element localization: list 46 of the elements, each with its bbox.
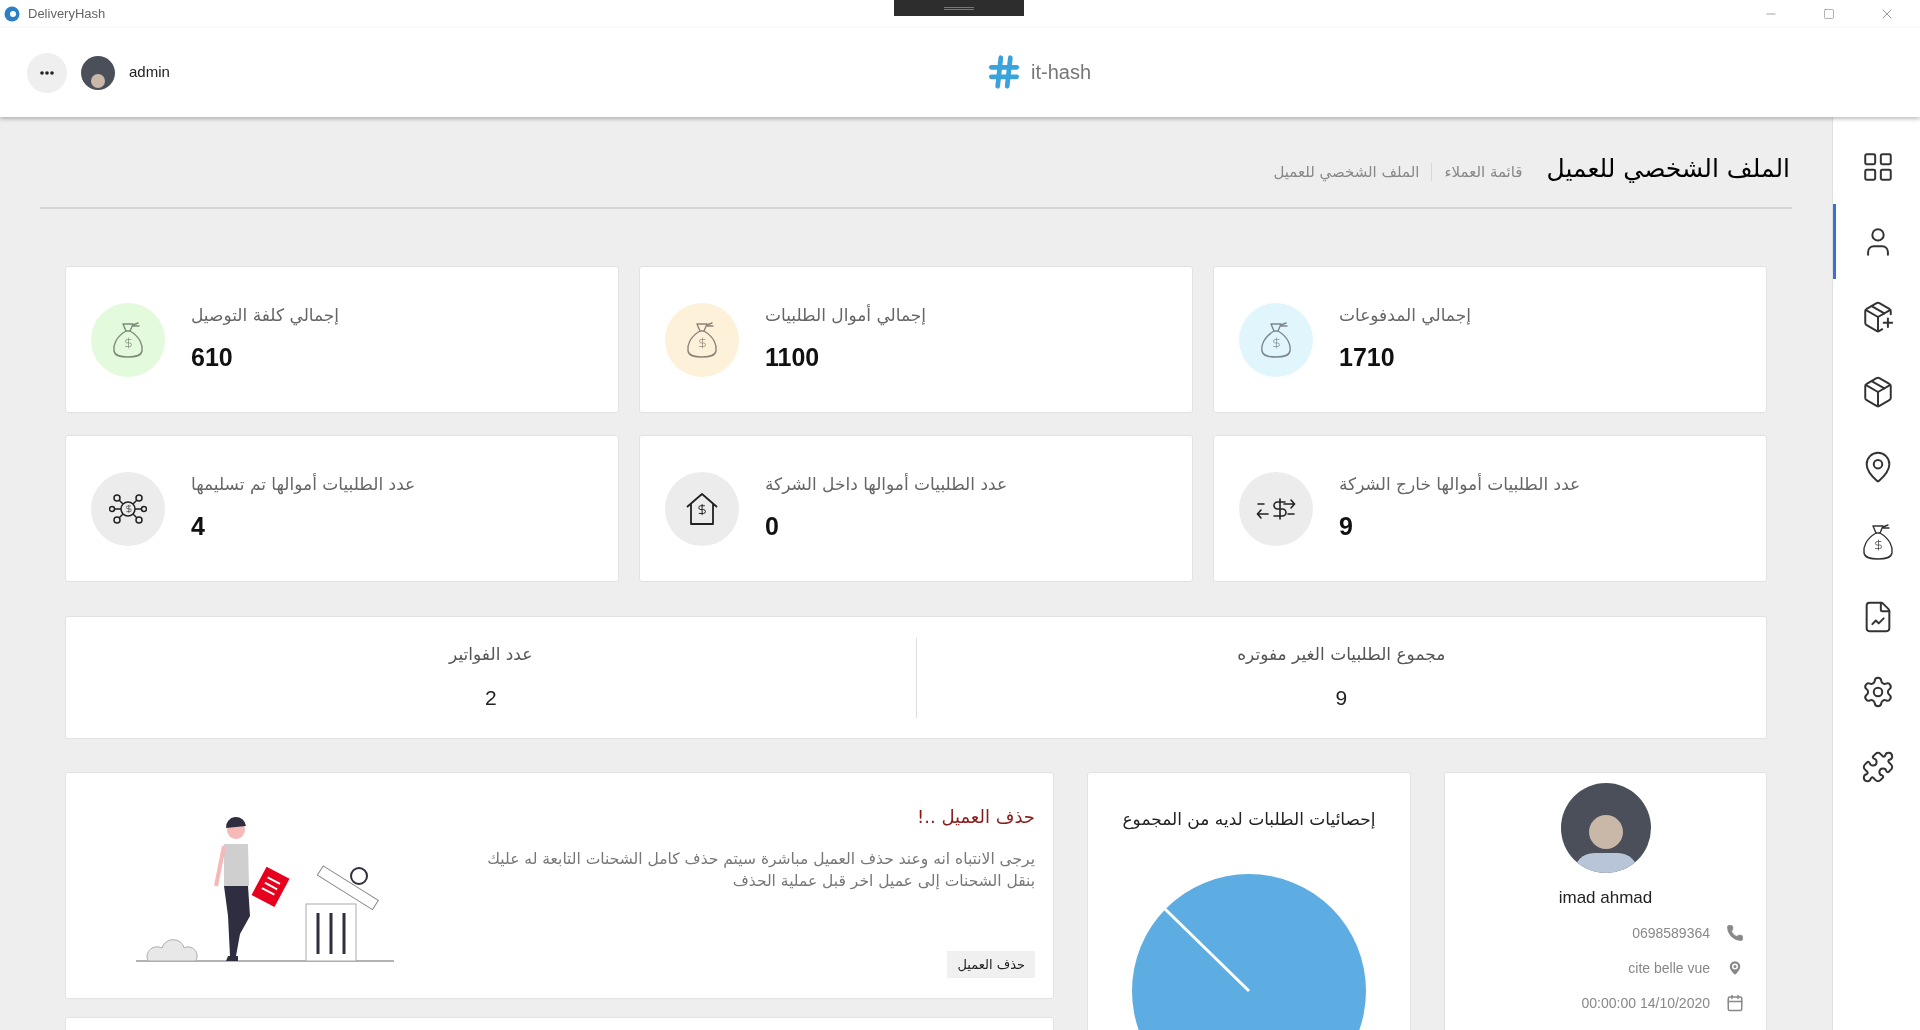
money-bag-icon bbox=[111, 320, 145, 359]
phone-icon bbox=[1726, 924, 1744, 942]
brand-name: it-hash bbox=[1031, 60, 1092, 85]
restore-icon bbox=[1823, 8, 1835, 20]
box-plus-icon bbox=[1861, 299, 1895, 334]
settings-icon bbox=[1861, 674, 1895, 709]
money-bag-icon bbox=[685, 320, 719, 359]
stat-label: عدد الطلبيات أموالها تم تسليمها bbox=[191, 472, 416, 497]
drag-handle[interactable] bbox=[894, 0, 1024, 16]
summary-value: 9 bbox=[1335, 684, 1348, 711]
stat-label: عدد الطلبيات أموالها داخل الشركة bbox=[765, 472, 1008, 497]
app-logo-icon bbox=[4, 6, 20, 22]
stat-value: 4 bbox=[191, 510, 205, 542]
stat-label: إجمالي أموال الطلبيات bbox=[765, 303, 926, 328]
delete-warning: يرجى الانتباه انه وعند حذف العميل مباشرة سيتم حذف كامل الشحنات التابعة له عليك بنقل الشحنات إلى عميل اخر قبل عملية الحذف bbox=[486, 849, 1035, 892]
stat-value: 1710 bbox=[1339, 341, 1395, 373]
chart-title: إحصائيات الطلبات لديه من المجموع bbox=[1122, 808, 1376, 832]
more-icon bbox=[40, 70, 54, 75]
money-bag-icon bbox=[1861, 522, 1895, 561]
user-name[interactable]: admin bbox=[129, 61, 170, 84]
stat-value: 0 bbox=[765, 510, 779, 542]
stat-value: 1100 bbox=[765, 341, 820, 373]
stat-label: إجمالي المدفوعات bbox=[1339, 304, 1471, 328]
user-avatar[interactable] bbox=[81, 55, 115, 90]
calendar-icon bbox=[1726, 994, 1744, 1012]
stat-value: 9 bbox=[1339, 510, 1353, 542]
profile-detail: cite belle vue bbox=[1628, 958, 1710, 978]
page-title: الملف الشخصي للعميل bbox=[1546, 152, 1790, 185]
puzzle-icon bbox=[1861, 749, 1895, 784]
open-box-icon bbox=[1861, 374, 1895, 409]
profile-detail: 0698589364 bbox=[1632, 923, 1710, 943]
profile-name: imad ahmad bbox=[1558, 887, 1653, 909]
location-pin-icon bbox=[1726, 959, 1744, 977]
delete-button[interactable]: حذف العميل bbox=[947, 950, 1035, 978]
stat-label: إجمالي كلفة التوصيل bbox=[191, 304, 340, 328]
stat-value: 610 bbox=[191, 341, 233, 373]
stat-label: عدد الطلبيات أموالها خارج الشركة bbox=[1339, 472, 1581, 497]
house-dollar-icon bbox=[684, 490, 720, 527]
money-bag-icon bbox=[1259, 320, 1293, 359]
delete-title: حذف العميل ..! bbox=[917, 805, 1035, 829]
profile-detail: 00:00:00 14/10/2020 bbox=[1581, 993, 1710, 1013]
window-title: DeliveryHash bbox=[28, 5, 106, 24]
summary-label: عدد الفواتير bbox=[449, 643, 533, 666]
summary-label: مجموع الطلبيات الغير مفوتره bbox=[1237, 643, 1446, 667]
summary-value: 2 bbox=[484, 684, 497, 711]
more-button[interactable] bbox=[27, 52, 67, 93]
